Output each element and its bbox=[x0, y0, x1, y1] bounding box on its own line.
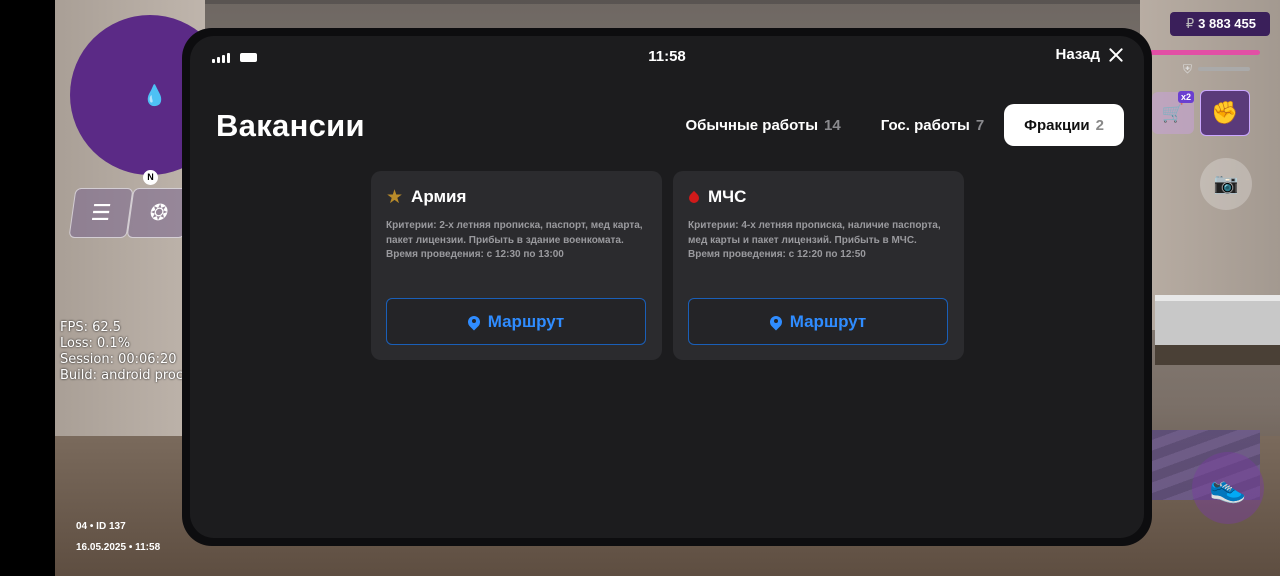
map-pin-icon bbox=[770, 316, 782, 328]
close-icon[interactable] bbox=[1108, 47, 1124, 63]
phone-screen: 11:58 Назад Вакансии Обычные работы 14 Г… bbox=[190, 36, 1144, 538]
tab-gov-jobs[interactable]: Гос. работы 7 bbox=[861, 104, 1004, 146]
money-display: ₽3 883 455 bbox=[1170, 12, 1270, 36]
route-button[interactable]: Маршрут bbox=[386, 298, 646, 345]
bed-frame bbox=[1155, 345, 1280, 365]
shoe-icon: 👟 bbox=[1209, 471, 1247, 504]
shield-icon: ⛨ bbox=[1182, 62, 1192, 76]
vacancy-card-army: ★ Армия Критерии: 2-х летняя прописка, п… bbox=[371, 171, 662, 360]
tab-count: 2 bbox=[1095, 116, 1104, 134]
status-time: 11:58 bbox=[648, 48, 686, 65]
ruble-symbol: ₽ bbox=[1185, 16, 1195, 31]
fps-text: FPS: 62.5 bbox=[60, 320, 122, 335]
route-button[interactable]: Маршрут bbox=[688, 298, 948, 345]
back-button[interactable]: Назад bbox=[1056, 46, 1124, 63]
map-marker-icon: 💧 bbox=[142, 85, 167, 107]
tab-count: 14 bbox=[824, 116, 841, 134]
session-text: Session: 00:06:20 bbox=[60, 352, 177, 367]
vacancy-list: ★ Армия Критерии: 2-х летняя прописка, п… bbox=[371, 171, 964, 360]
vacancy-card-mchs: МЧС Критерии: 4-х летняя прописка, налич… bbox=[673, 171, 964, 360]
tab-label: Гос. работы bbox=[880, 116, 970, 134]
card-title: Армия bbox=[411, 187, 467, 206]
bed bbox=[1155, 295, 1280, 351]
route-label: Маршрут bbox=[487, 311, 565, 331]
blood-drop-icon bbox=[688, 190, 700, 205]
multiplier-badge: x2 bbox=[1177, 91, 1194, 103]
tab-label: Обычные работы bbox=[685, 116, 819, 134]
card-time: Время проведения: с 12:20 по 12:50 bbox=[688, 249, 866, 260]
camera-icon: 📷 bbox=[1213, 173, 1239, 195]
fist-icon: ✊ bbox=[1211, 100, 1239, 125]
cart-icon: 🛒 bbox=[1161, 103, 1185, 123]
tab-label: Фракции bbox=[1024, 116, 1090, 134]
loss-text: Loss: 0.1% bbox=[60, 336, 131, 351]
route-label: Маршрут bbox=[789, 311, 867, 331]
card-criteria: Критерии: 2-х летняя прописка, паспорт, … bbox=[386, 220, 643, 246]
ceiling-edge bbox=[55, 0, 1280, 4]
compass-north: N bbox=[143, 170, 158, 185]
debug-stats: FPS: 62.5 Loss: 0.1% Session: 00:06:20 B… bbox=[60, 320, 183, 384]
card-criteria: Критерии: 4-х летняя прописка, наличие п… bbox=[688, 220, 941, 246]
page-title: Вакансии bbox=[216, 108, 365, 143]
card-title: МЧС bbox=[708, 187, 747, 206]
card-time: Время проведения: с 12:30 по 13:00 bbox=[386, 249, 564, 260]
map-pin-icon bbox=[468, 316, 480, 328]
menu-button[interactable]: ☰ bbox=[68, 188, 134, 238]
tab-factions[interactable]: Фракции 2 bbox=[1004, 104, 1124, 146]
card-description: Критерии: 2-х летняя прописка, паспорт, … bbox=[386, 219, 647, 263]
player-id: 04 • ID 137 bbox=[76, 521, 126, 532]
build-text: Build: android proc bbox=[60, 368, 184, 383]
camera-switch-button[interactable]: 📷 bbox=[1200, 158, 1252, 210]
phone-frame: 11:58 Назад Вакансии Обычные работы 14 Г… bbox=[182, 28, 1152, 546]
star-icon: ★ bbox=[386, 186, 404, 208]
card-description: Критерии: 4-х летняя прописка, наличие п… bbox=[688, 219, 949, 263]
money-amount: 3 883 455 bbox=[1198, 16, 1256, 31]
sprint-button[interactable]: 👟 bbox=[1192, 452, 1264, 524]
date-time: 16.05.2025 • 11:58 bbox=[76, 542, 161, 553]
back-label: Назад bbox=[1055, 46, 1100, 63]
tab-regular-jobs[interactable]: Обычные работы 14 bbox=[665, 104, 860, 146]
armor-bar bbox=[1198, 67, 1250, 71]
fist-weapon-button[interactable]: ✊ bbox=[1200, 90, 1250, 136]
health-bar bbox=[1150, 50, 1260, 55]
tab-bar: Обычные работы 14 Гос. работы 7 Фракции … bbox=[665, 104, 1124, 146]
tab-count: 7 bbox=[975, 116, 985, 134]
status-bar: 11:58 Назад bbox=[190, 36, 1144, 84]
